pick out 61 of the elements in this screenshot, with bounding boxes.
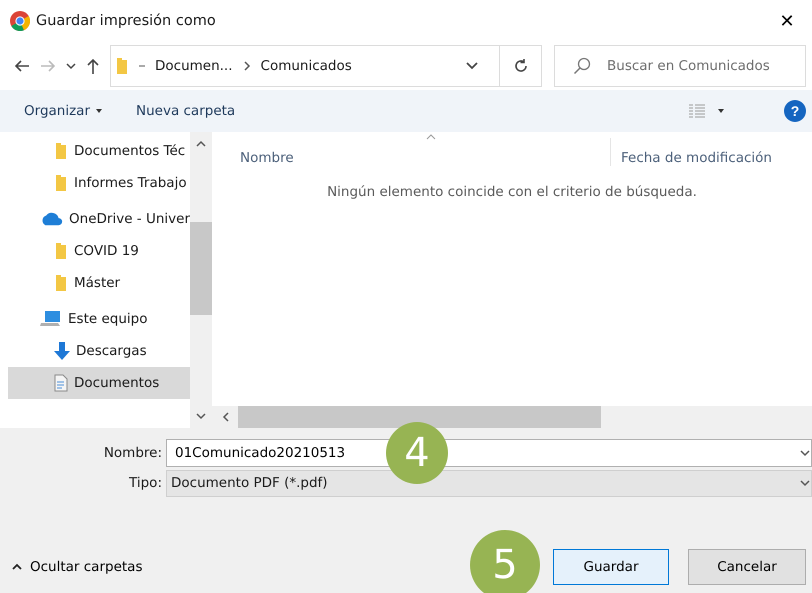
sort-caret-icon (426, 134, 436, 140)
organize-menu-button[interactable]: Organizar (24, 103, 102, 119)
cloud-icon (40, 212, 64, 226)
up-button[interactable] (86, 58, 100, 74)
navigation-item[interactable]: Descargas (8, 335, 190, 367)
navigation-item[interactable]: OneDrive - Univer (8, 203, 190, 235)
file-type-select[interactable]: Documento PDF (*.pdf) (166, 470, 812, 496)
field-label: Tipo: (128, 475, 163, 491)
column-header[interactable]: Nombre (212, 150, 610, 166)
help-button[interactable]: ? (784, 100, 806, 122)
navigation-item-label: Documentos (74, 375, 160, 391)
navigation-item[interactable]: COVID 19 (8, 235, 190, 267)
navigation-item[interactable]: Documentos Téc (8, 135, 190, 167)
horizontal-scrollbar[interactable] (212, 406, 812, 428)
browser-logo-icon (10, 11, 30, 31)
document-icon (54, 374, 68, 392)
scrollbar-thumb[interactable] (238, 406, 601, 428)
navigation-item-label: Este equipo (68, 311, 148, 327)
caret-icon (96, 109, 102, 113)
navigation-item[interactable]: Este equipo (8, 303, 190, 335)
window-title: Guardar impresión como (36, 13, 217, 29)
vertical-scrollbar[interactable] (190, 132, 212, 428)
folder-icon (54, 174, 68, 192)
navigation-item-label: Documentos Téc (74, 143, 186, 159)
folder-icon (54, 274, 68, 292)
separator-icon (137, 64, 147, 68)
close-button[interactable]: ✕ (772, 10, 802, 32)
navigation-item-label: Máster (74, 275, 120, 291)
refresh-icon (512, 58, 529, 74)
navigation-item[interactable]: Documentos (8, 367, 190, 399)
search-icon (573, 57, 591, 75)
navigation-item-label: Informes Trabajo (74, 175, 187, 191)
search-box[interactable]: Buscar en Comunicados (554, 45, 806, 87)
empty-message: Ningún elemento coincide con el criterio de búsqueda. (327, 184, 697, 200)
folder-icon (54, 142, 68, 160)
computer-icon (40, 310, 62, 328)
download-arrow-icon (54, 342, 70, 360)
navigation-item[interactable]: Informes Trabajo (8, 167, 190, 199)
breadcrumb-link[interactable]: Comunicados (260, 58, 352, 74)
folder-icon (115, 57, 129, 75)
address-bar[interactable]: Documen... Comunicados (110, 45, 500, 87)
caret-icon (718, 109, 724, 113)
navigation-item[interactable]: Máster (8, 267, 190, 299)
caret-up-icon (12, 563, 22, 571)
folder-icon (54, 242, 68, 260)
navigation-item-label: Descargas (76, 343, 147, 359)
back-button[interactable] (14, 59, 30, 73)
view-options-button[interactable] (688, 104, 724, 118)
scrollbar-thumb[interactable] (190, 222, 212, 315)
refresh-button[interactable] (500, 45, 542, 87)
field-label: Nombre: (102, 445, 163, 461)
recent-locations-button[interactable] (66, 62, 76, 70)
new-folder-button[interactable]: Nueva carpeta (136, 103, 236, 119)
hide-folders-button[interactable]: Ocultar carpetas (12, 559, 142, 575)
dropdown-caret-icon[interactable] (465, 61, 480, 71)
navigation-item-label: COVID 19 (74, 243, 139, 259)
column-header[interactable]: Fecha de modificación (611, 150, 772, 166)
save-button[interactable]: Guardar (553, 549, 669, 585)
cancel-button[interactable]: Cancelar (688, 549, 806, 585)
navigation-item-label: OneDrive - Univer (69, 211, 190, 227)
breadcrumb-link[interactable]: Documen... (155, 58, 233, 74)
